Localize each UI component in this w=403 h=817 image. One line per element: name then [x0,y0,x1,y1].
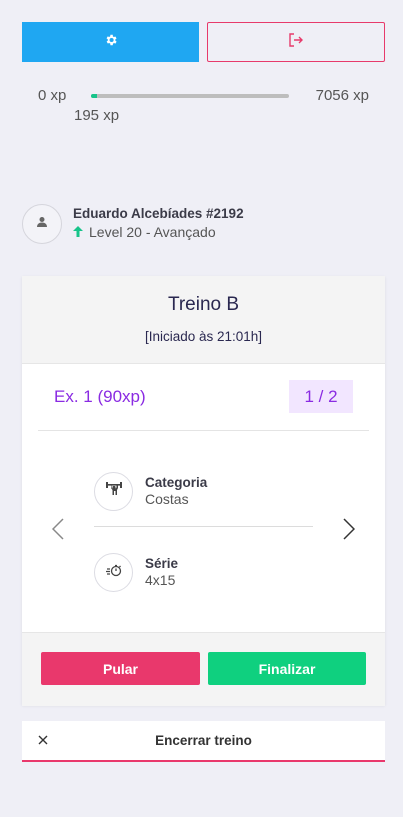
person-icon [36,215,48,233]
logout-icon [288,32,304,52]
avatar [22,204,62,244]
series-title: Série [145,556,179,571]
workout-card: Treino B [Iniciado às 21:01h] Ex. 1 (90x… [22,276,385,706]
skip-button[interactable]: Pular [41,652,200,685]
logout-button[interactable] [207,22,385,62]
xp-current-label: 195 xp [74,107,120,124]
finish-button[interactable]: Finalizar [208,652,366,685]
category-title: Categoria [145,475,208,490]
timer-icon [105,563,122,582]
divider [94,526,313,527]
divider [38,430,369,431]
series-icon-badge [94,553,133,592]
weightlifter-icon [105,481,123,502]
exercise-counter: 1 / 2 [289,380,353,413]
series-value: 4x15 [145,572,176,588]
previous-exercise-button[interactable] [46,517,70,545]
user-level: Level 20 - Avançado [73,224,216,240]
xp-progress-fill [91,94,97,98]
workout-title: Treino B [167,294,240,315]
user-level-label: Level 20 - Avançado [89,224,216,240]
xp-progress-bar [91,94,289,98]
settings-button[interactable] [22,22,199,62]
user-name: Eduardo Alcebíades #2192 [73,206,244,221]
chevron-left-icon [51,517,64,545]
workout-start-time: [Iniciado às 21:01h] [144,329,263,344]
category-icon-badge [94,472,133,511]
end-workout-button[interactable]: Encerrar treino [22,721,385,762]
xp-min-label: 0 xp [38,87,67,104]
workout-card-header: Treino B [Iniciado às 21:01h] [22,276,385,364]
category-value: Costas [145,491,189,507]
arrow-up-icon [73,224,83,240]
gear-icon [104,33,118,52]
end-workout-label: Encerrar treino [155,733,252,748]
exercise-label: Ex. 1 (90xp) [54,387,146,406]
chevron-right-icon [343,517,356,545]
xp-max-label: 7056 xp [315,87,369,104]
next-exercise-button[interactable] [337,517,361,545]
